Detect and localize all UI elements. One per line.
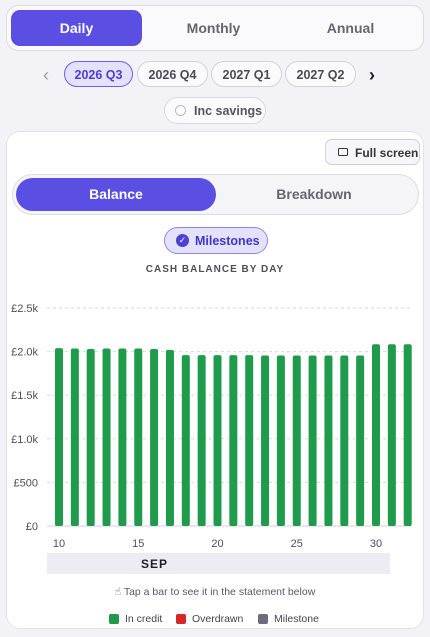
bar	[356, 355, 365, 526]
x-tick-label: 20	[211, 538, 223, 550]
period-selector: Daily Monthly Annual	[6, 5, 424, 51]
bar	[403, 344, 412, 526]
inc-savings-toggle[interactable]: Inc savings	[164, 97, 266, 124]
bar	[70, 348, 79, 526]
quarter-pill-2027-q1[interactable]: 2027 Q1	[211, 61, 282, 87]
bar	[150, 348, 159, 526]
bar	[372, 344, 380, 526]
balance-card: Full screen Balance Breakdown ✓ Mileston…	[6, 131, 424, 629]
tab-daily[interactable]: Daily	[11, 10, 142, 46]
x-tick-label: 30	[370, 538, 382, 550]
radio-icon	[175, 105, 186, 116]
bar	[387, 344, 396, 526]
chart-hint: ☝︎ Tap a bar to see it in the statement …	[114, 586, 316, 598]
bar	[340, 355, 349, 526]
bar	[324, 355, 333, 526]
y-tick-label: £2.0k	[11, 347, 38, 359]
y-tick-label: £2.5k	[11, 303, 38, 315]
bar	[245, 355, 254, 526]
x-tick-label: 15	[132, 538, 144, 550]
bar	[181, 355, 190, 526]
y-tick-label: £0	[26, 521, 38, 533]
inc-savings-label: Inc savings	[194, 104, 263, 118]
month-strip: SEP	[47, 553, 390, 574]
legend-label-in-credit: In credit	[125, 613, 163, 625]
y-tick-label: £1.0k	[11, 434, 38, 446]
bar	[229, 355, 238, 526]
x-tick-label: 25	[291, 538, 303, 550]
quarter-pill-2026-q4[interactable]: 2026 Q4	[137, 61, 208, 87]
bar	[118, 348, 127, 526]
bar	[213, 355, 222, 526]
legend-label-milestone: Milestone	[274, 613, 319, 625]
quarter-selector: ‹ 2026 Q3 2026 Q4 2027 Q1 2027 Q2 ›	[0, 61, 430, 89]
balance-chart: £0 £500 £1.0k £1.5k £2.0k £2.5k 10 15 20 25 30	[11, 303, 412, 550]
month-label: SEP	[141, 557, 169, 571]
bar	[102, 348, 111, 526]
tab-annual[interactable]: Annual	[285, 10, 416, 46]
y-tick-label: £500	[14, 477, 38, 489]
legend-swatch-overdrawn	[176, 614, 186, 624]
chevron-left-icon[interactable]: ‹	[36, 61, 56, 89]
bar	[197, 355, 206, 526]
tab-monthly[interactable]: Monthly	[148, 10, 279, 46]
bar	[86, 348, 95, 526]
bar	[292, 355, 301, 526]
legend-swatch-milestone	[258, 614, 268, 624]
bar	[261, 355, 270, 526]
bar	[308, 355, 317, 526]
x-tick-label: 10	[53, 538, 65, 550]
y-tick-label: £1.5k	[11, 390, 38, 402]
legend-swatch-in-credit	[109, 614, 119, 624]
bar	[134, 348, 143, 526]
chevron-right-icon[interactable]: ›	[362, 61, 382, 89]
chart-hint-text: Tap a bar to see it in the statement bel…	[123, 586, 316, 598]
legend-label-overdrawn: Overdrawn	[192, 613, 244, 625]
bar	[165, 349, 174, 526]
bar	[276, 355, 285, 526]
quarter-pill-2026-q3[interactable]: 2026 Q3	[64, 61, 133, 87]
quarter-pill-2027-q2[interactable]: 2027 Q2	[285, 61, 356, 87]
bar	[55, 348, 63, 526]
